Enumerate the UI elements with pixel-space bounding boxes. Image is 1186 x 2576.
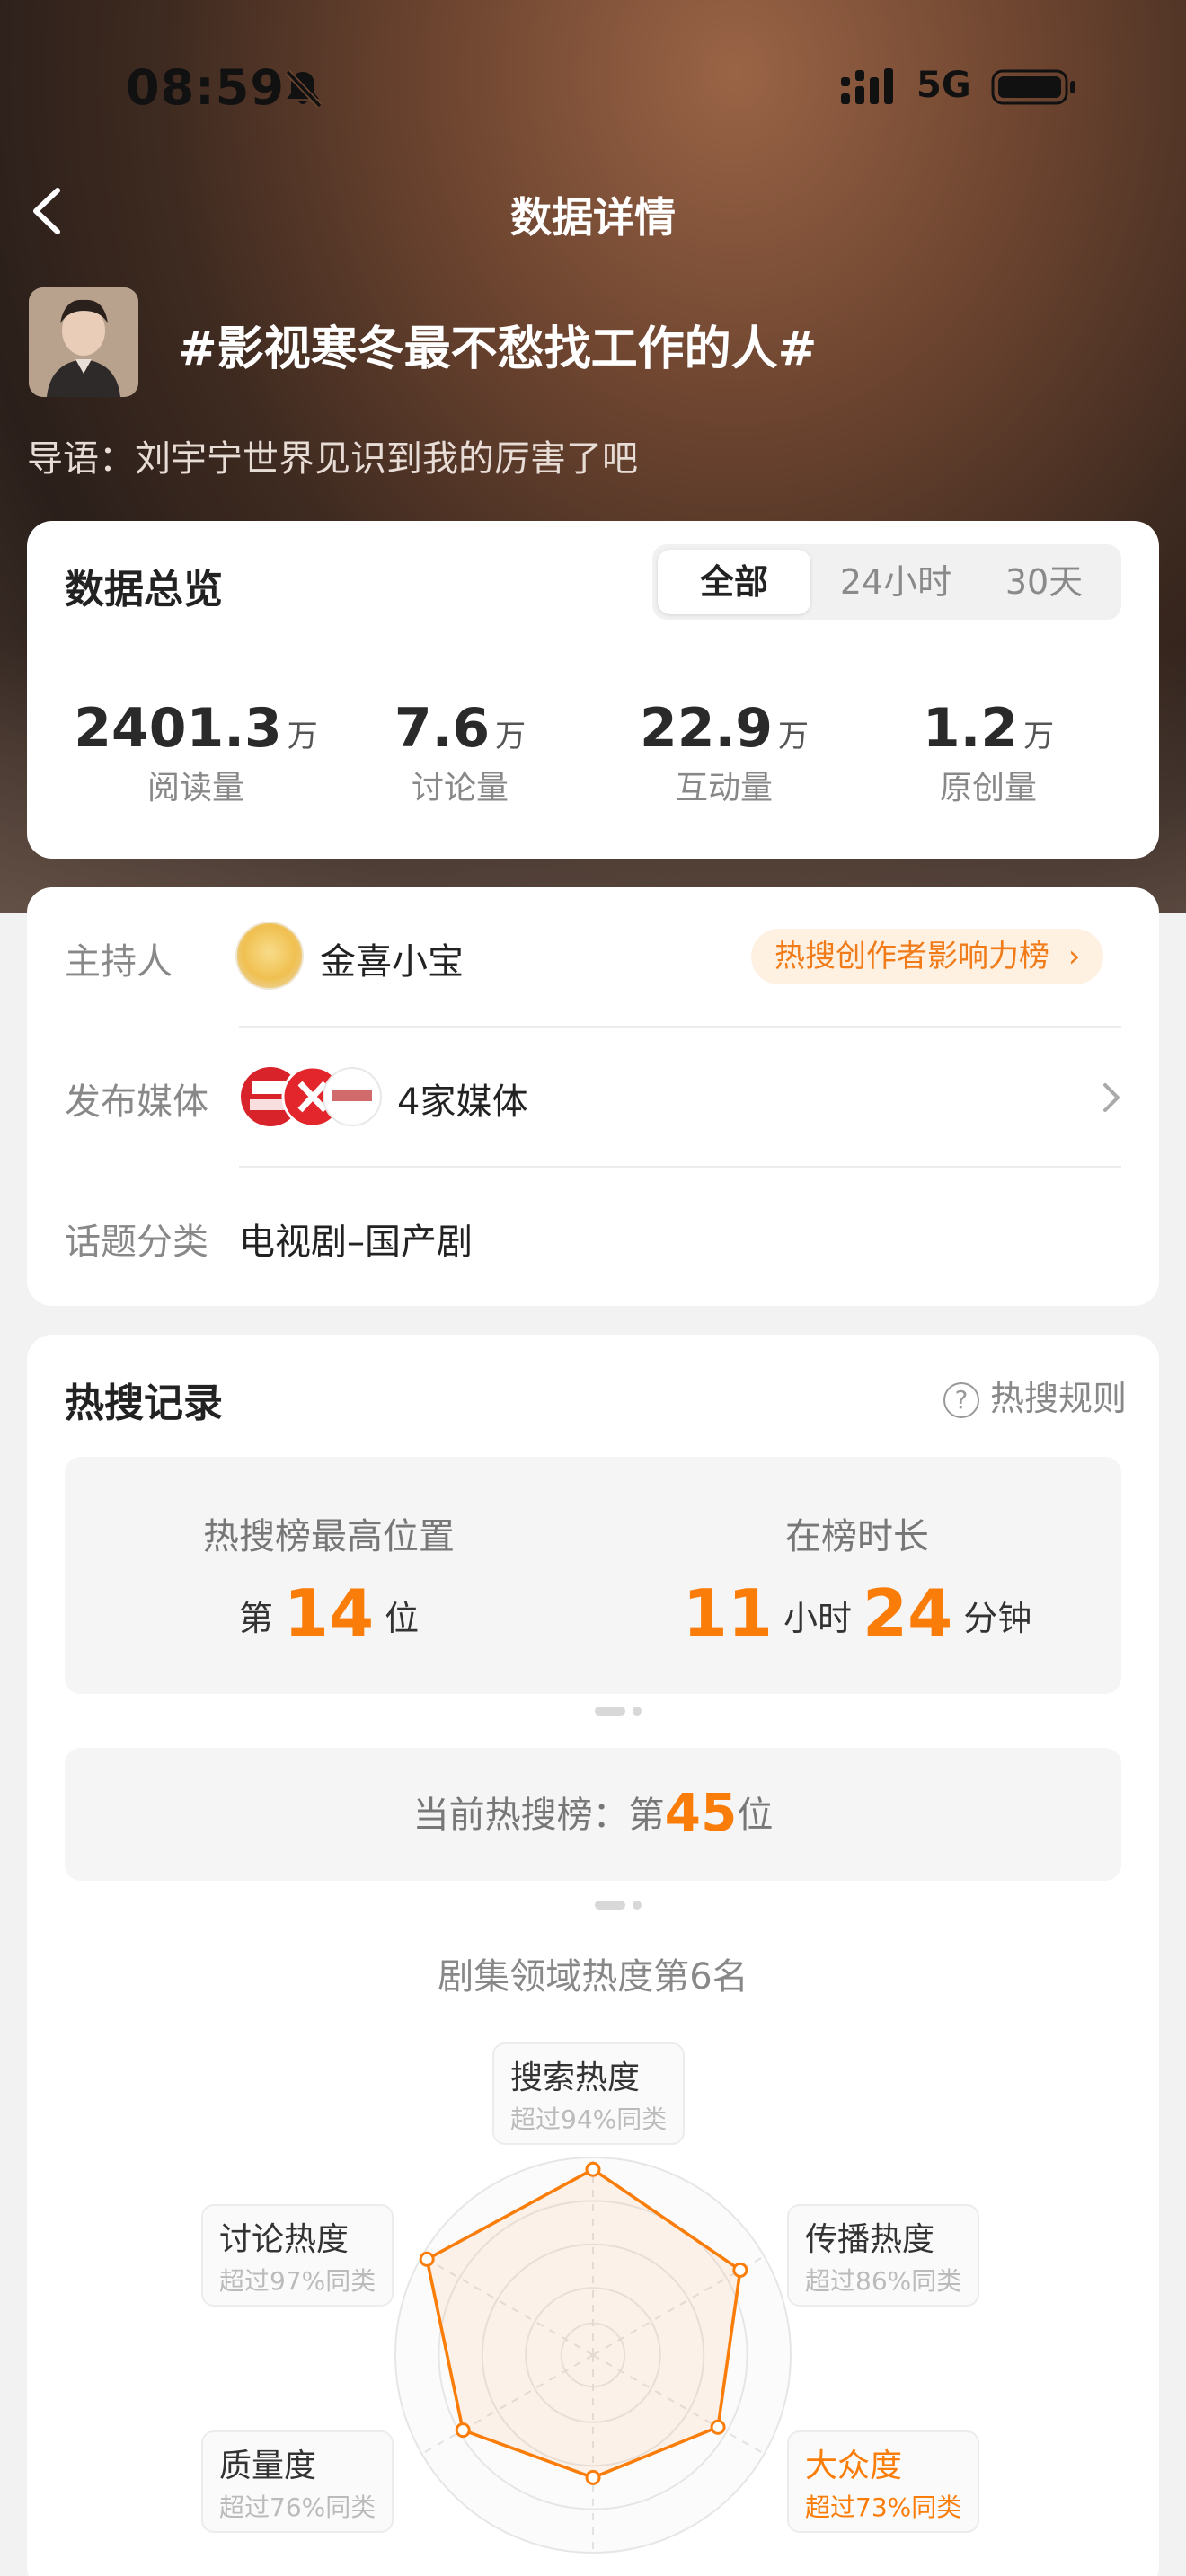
battery-icon <box>991 69 1075 105</box>
axis-name: 传播热度 <box>805 2221 935 2258</box>
axis-name: 讨论热度 <box>219 2221 350 2258</box>
host-row[interactable]: 主持人 金喜小宝 热搜创作者影响力榜 › <box>27 887 1159 1028</box>
stat-reads: 2401.3 万 阅读量 <box>70 697 322 808</box>
media-row[interactable]: 发布媒体 4家媒体 <box>27 1028 1159 1168</box>
topic-info-card: 主持人 金喜小宝 热搜创作者影响力榜 › 发布媒体 4家媒体 话题分类 电视剧–… <box>27 887 1159 1306</box>
overview-title: 数据总览 <box>65 567 223 613</box>
media-count: 4家媒体 <box>397 1081 528 1123</box>
status-time: 08:59 <box>126 59 285 116</box>
radar-point <box>419 2251 435 2267</box>
stat-unit: 万 <box>287 719 318 754</box>
bell-muted-icon <box>285 69 323 109</box>
host-name: 金喜小宝 <box>320 941 464 983</box>
topic-header: #影视寒冬最不愁找工作的人# <box>27 286 1159 402</box>
radar-point <box>585 2161 601 2177</box>
page-title: 数据详情 <box>510 193 676 242</box>
stat-label: 阅读量 <box>146 770 244 807</box>
category-label: 话题分类 <box>65 1222 208 1263</box>
axis-desc: 超过76%同类 <box>219 2492 376 2522</box>
stat-value: 2401.3 <box>74 697 282 760</box>
stat-interactions: 22.9 万 互动量 <box>598 697 850 808</box>
radar-label-search: 搜索热度 超过94%同类 <box>492 2042 686 2145</box>
axis-desc: 超过86%同类 <box>805 2266 962 2296</box>
category-row: 话题分类 电视剧–国产剧 <box>27 1168 1159 1308</box>
axis-name: 搜索热度 <box>510 2060 641 2096</box>
radar-label-spread: 传播热度 超过86%同类 <box>787 2204 980 2307</box>
media-logos <box>241 1065 382 1128</box>
stat-value: 22.9 <box>639 697 774 760</box>
axis-name: 大众度 <box>805 2448 903 2484</box>
radar-chart <box>394 2157 792 2554</box>
topic-lead: 导语：刘宇宁世界见识到我的厉害了吧 <box>27 438 638 480</box>
radar-label-discussion: 讨论热度 超过97%同类 <box>201 2204 394 2307</box>
media-label: 发布媒体 <box>65 1081 208 1123</box>
axis-desc: 超过97%同类 <box>219 2266 376 2296</box>
stat-unit: 万 <box>778 719 810 754</box>
tab-30d[interactable]: 30天 <box>972 550 1116 614</box>
stat-label: 讨论量 <box>411 770 509 807</box>
host-label: 主持人 <box>65 941 173 983</box>
category-value: 电视剧–国产剧 <box>239 1222 473 1263</box>
host-avatar <box>235 922 304 990</box>
axis-desc: 超过73%同类 <box>805 2492 962 2522</box>
stat-unit: 万 <box>495 719 527 754</box>
axis-name: 质量度 <box>219 2448 317 2484</box>
radar-point <box>732 2262 748 2278</box>
creator-rank-label: 热搜创作者影响力榜 <box>774 939 1049 975</box>
tab-all[interactable]: 全部 <box>658 550 810 614</box>
chevron-right-icon <box>1103 1083 1120 1112</box>
stat-label: 互动量 <box>675 770 773 807</box>
tab-24h[interactable]: 24小时 <box>819 550 972 614</box>
chevron-right-icon: › <box>1067 939 1081 975</box>
time-range-tabs: 全部 24小时 30天 <box>652 544 1121 620</box>
stat-value: 7.6 <box>394 697 491 760</box>
stat-discussions: 7.6 万 讨论量 <box>334 697 586 808</box>
topic-avatar[interactable] <box>29 287 138 397</box>
radar-point <box>710 2419 726 2435</box>
stat-originals: 1.2 万 原创量 <box>863 697 1114 808</box>
stat-value: 1.2 <box>922 697 1019 760</box>
axis-desc: 超过94%同类 <box>510 2104 668 2134</box>
status-bar: 08:59 5G <box>0 56 1186 119</box>
signal-icon <box>841 68 893 104</box>
radar-point <box>455 2422 471 2439</box>
navigation-bar: 数据详情 <box>0 171 1186 251</box>
radar-label-popularity: 大众度 超过73%同类 <box>787 2430 980 2533</box>
hot-search-card: 热搜记录 ? 热搜规则 热搜榜最高位置 第 14 位 在榜时长 11 小时 24 分钟 当前… <box>27 1335 1159 2576</box>
network-type: 5G <box>916 65 971 106</box>
data-overview-card: 数据总览 全部 24小时 30天 2401.3 万 阅读量 7.6 万 讨论量 22… <box>27 521 1159 859</box>
stat-unit: 万 <box>1023 719 1055 754</box>
creator-rank-badge[interactable]: 热搜创作者影响力榜 › <box>751 929 1104 984</box>
stat-label: 原创量 <box>939 770 1037 807</box>
radar-point <box>585 2469 601 2485</box>
radar-label-quality: 质量度 超过76%同类 <box>201 2430 394 2533</box>
topic-name: #影视寒冬最不愁找工作的人# <box>178 322 818 376</box>
